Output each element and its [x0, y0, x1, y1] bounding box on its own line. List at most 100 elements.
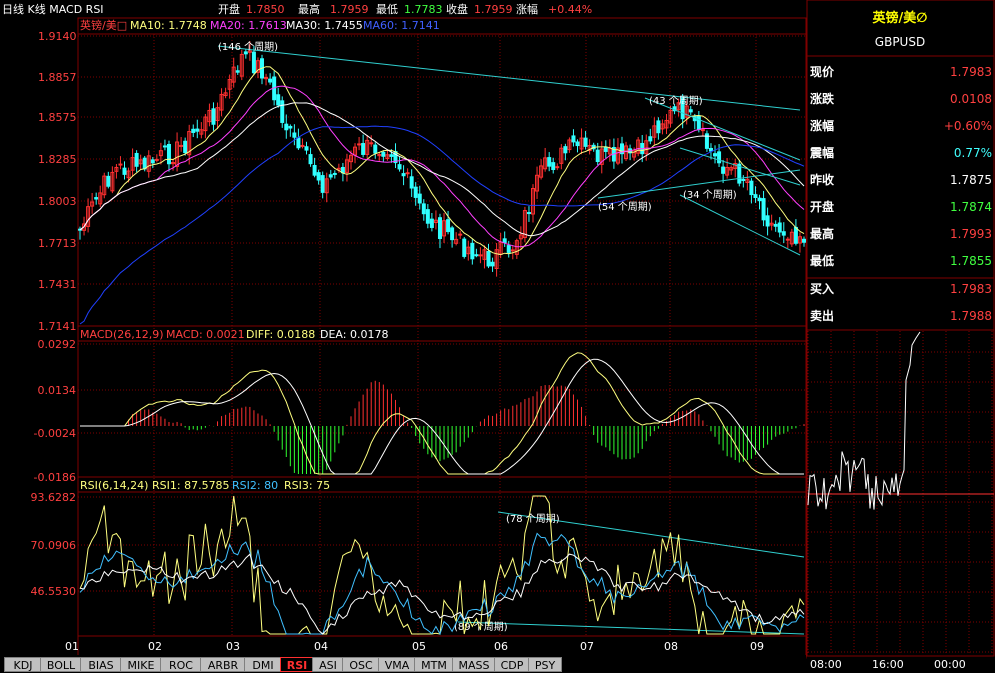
- candle-body: [462, 238, 467, 257]
- quote-row-label: 震幅: [810, 145, 834, 160]
- tab-osc[interactable]: OSC: [342, 657, 380, 672]
- candle-body: [700, 129, 705, 132]
- tab-vma[interactable]: VMA: [378, 657, 416, 672]
- tab-mike[interactable]: MIKE: [120, 657, 162, 672]
- candle-body: [304, 146, 309, 151]
- candle-body: [328, 174, 333, 178]
- tab-bias[interactable]: BIAS: [80, 657, 122, 672]
- candle-body: [268, 78, 273, 83]
- candle-body: [583, 137, 588, 147]
- candle-body: [555, 166, 560, 169]
- candle-body: [478, 254, 483, 257]
- month-tick: 06: [494, 640, 508, 653]
- quote-row-value: 1.7983: [950, 65, 992, 79]
- quote-row-label: 现价: [810, 65, 835, 79]
- tab-dmi[interactable]: DMI: [244, 657, 282, 672]
- period-annotation: (43 个周期): [649, 95, 703, 107]
- price-tick: 1.7713: [38, 237, 77, 250]
- tab-arbr[interactable]: ARBR: [200, 657, 246, 672]
- quote-row-label: 最高: [810, 226, 834, 241]
- candle-body: [183, 140, 188, 154]
- quote-rows: 现价 1.7983 涨跌 0.0108 涨幅 +0.60% 震幅 0.77% 昨收 1.7875 开…: [810, 65, 992, 268]
- candle-body: [357, 143, 362, 146]
- candle-body: [288, 125, 293, 129]
- quote-row-label: 最低: [810, 253, 834, 268]
- candle-body: [166, 143, 171, 165]
- candle-body: [648, 136, 653, 142]
- month-tick: 03: [226, 640, 240, 653]
- quote-row-label: 涨幅: [810, 118, 834, 133]
- intraday-price-line: [807, 331, 921, 510]
- candle-body: [425, 209, 430, 224]
- candle-body: [749, 180, 754, 196]
- candle-body: [361, 143, 366, 155]
- low-label: 最低: [376, 3, 398, 16]
- price-tick: 1.7431: [38, 278, 77, 291]
- price-tick: 1.7141: [38, 320, 77, 333]
- period-annotation: (34 个周期): [683, 189, 737, 201]
- candle-body: [332, 172, 337, 175]
- candle-body: [717, 151, 722, 164]
- ma30-legend: MA30: 1.7455: [286, 19, 363, 32]
- candle-body: [708, 147, 713, 152]
- candle-body: [688, 109, 693, 113]
- candle-body: [421, 203, 426, 215]
- chart-stage[interactable]: 1.9140 1.8857 1.8575 1.8285 1.8003 1.7713 1.74…: [0, 0, 995, 673]
- quote-row-value: 0.77%: [954, 146, 992, 160]
- candle-body: [320, 175, 325, 193]
- macd-tick: -0.0024: [34, 427, 76, 440]
- candle-body: [765, 215, 770, 227]
- price-tick: 1.8575: [38, 111, 77, 124]
- tab-rsi[interactable]: RSI: [280, 657, 314, 672]
- rsi-period-annotation: (78 个周期): [506, 513, 560, 525]
- ma60-line: [79, 125, 805, 325]
- quote-row-label: 涨跌: [810, 91, 835, 106]
- quote-row-value: 0.0108: [950, 92, 992, 106]
- price-tick: 1.8857: [38, 71, 77, 84]
- rsi-tick: 70.0906: [31, 539, 77, 552]
- quote-row-value: 1.7875: [950, 173, 992, 187]
- candle-body: [154, 158, 159, 161]
- diff-line: [80, 352, 804, 475]
- candle-body: [575, 141, 580, 147]
- candle-body: [753, 194, 758, 199]
- tab-mtm[interactable]: MTM: [414, 657, 454, 672]
- candle-body: [506, 245, 511, 253]
- tab-psy[interactable]: PSY: [528, 657, 562, 672]
- quote-row-value: 1.7855: [950, 254, 992, 268]
- ma30-line: [79, 102, 805, 237]
- candle-body: [502, 238, 507, 244]
- candle-body: [458, 233, 463, 236]
- candle-body: [450, 227, 455, 241]
- tab-boll[interactable]: BOLL: [40, 657, 82, 672]
- low-value: 1.7783: [404, 3, 443, 16]
- tab-mass[interactable]: MASS: [452, 657, 496, 672]
- macd-tick: 0.0292: [38, 338, 77, 351]
- candle-body: [777, 222, 782, 233]
- candle-body: [118, 163, 123, 166]
- candle-body: [276, 94, 281, 106]
- tab-cdp[interactable]: CDP: [494, 657, 530, 672]
- price-tick: 1.8285: [38, 153, 77, 166]
- macd-tick: 0.0134: [38, 384, 77, 397]
- bid-value: 1.7983: [950, 282, 992, 296]
- candle-body: [563, 146, 568, 154]
- high-label: 最高: [298, 2, 320, 16]
- macd-value: MACD: 0.0021: [166, 328, 245, 341]
- tab-asi[interactable]: ASI: [312, 657, 344, 672]
- tab-kdj[interactable]: KDJ: [4, 657, 42, 672]
- quote-row-value: 1.7874: [950, 200, 992, 214]
- rsi1-value: RSI1: 87.5785: [152, 479, 230, 492]
- candle-body: [437, 217, 442, 239]
- candle-body: [397, 164, 402, 170]
- month-tick: 08: [664, 640, 678, 653]
- tab-roc[interactable]: ROC: [160, 657, 202, 672]
- change-label: 涨幅: [516, 3, 538, 16]
- candle-body: [369, 142, 374, 145]
- candle-body: [757, 197, 762, 202]
- open-label: 开盘: [218, 2, 240, 16]
- month-tick: 04: [314, 640, 328, 653]
- high-value: 1.7959: [330, 3, 369, 16]
- indicator-tab-bar: KDJ BOLL BIAS MIKE ROC ARBR DMI RSI ASI OSC VMA MTM…: [0, 655, 806, 673]
- candle-body: [150, 159, 155, 164]
